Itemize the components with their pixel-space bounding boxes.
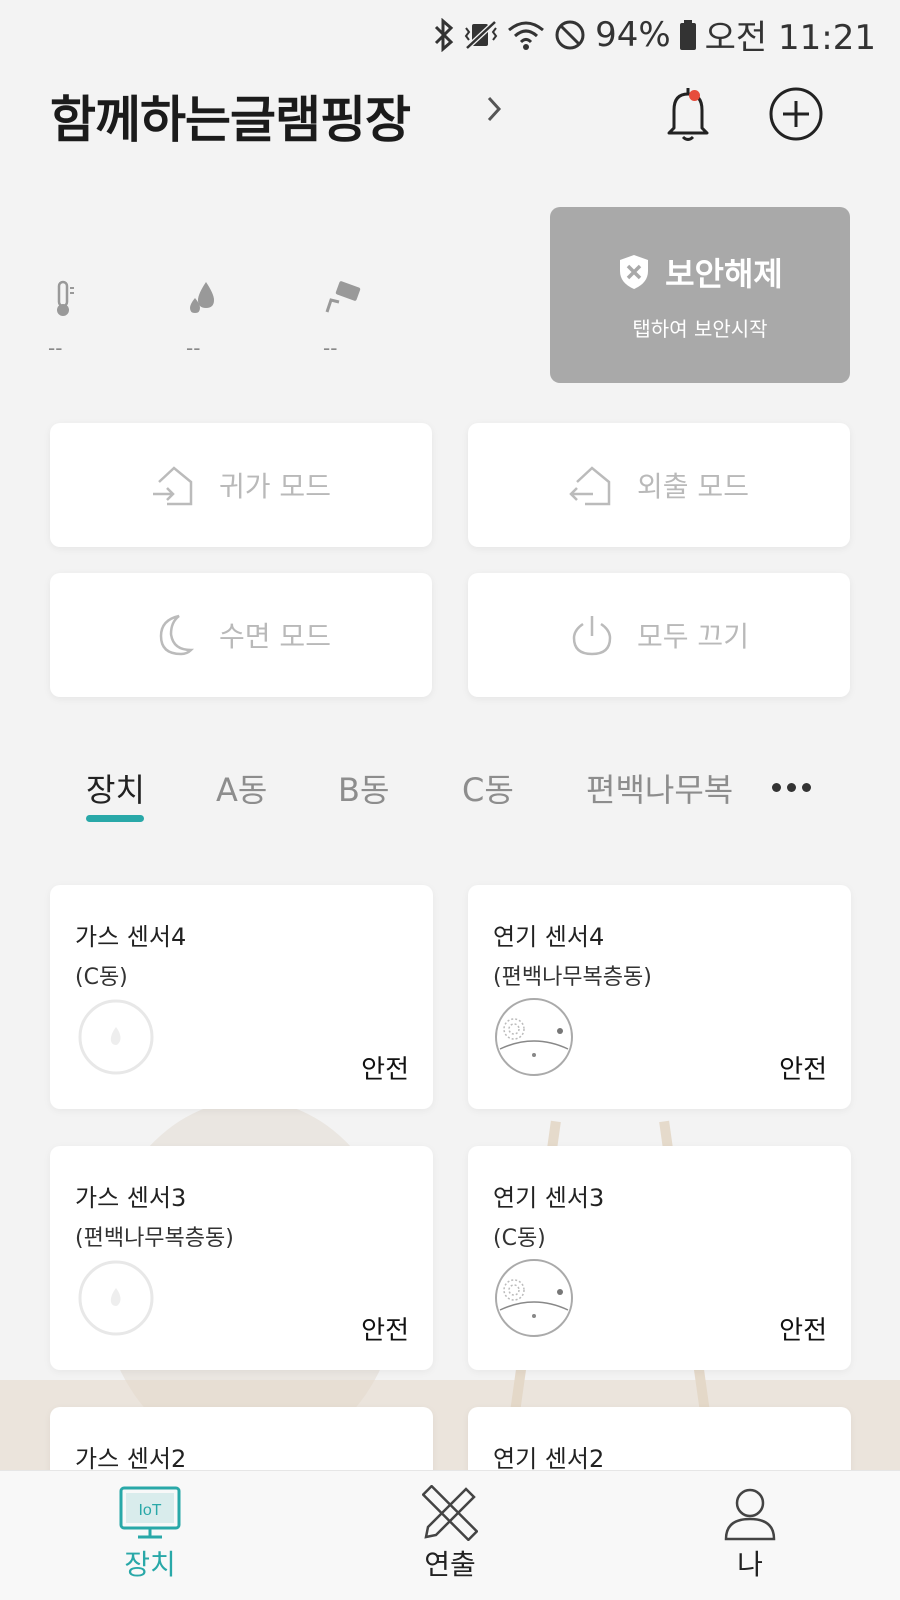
device-name: 가스 센서3 bbox=[75, 1184, 187, 1212]
device-name: 연기 센서3 bbox=[493, 1184, 605, 1212]
status-bar: 94% 오전 11:21 bbox=[0, 0, 900, 62]
moon-icon bbox=[159, 614, 195, 656]
environment-readouts: -- -- -- bbox=[48, 278, 428, 368]
all-off-button[interactable]: 모두 끄기 bbox=[468, 573, 850, 697]
camera-value: -- bbox=[323, 336, 338, 360]
more-dot-icon bbox=[772, 782, 781, 792]
active-tab-indicator bbox=[86, 815, 144, 822]
home-mode-button[interactable]: 귀가 모드 bbox=[50, 423, 432, 547]
device-name: 연기 센서2 bbox=[493, 1445, 605, 1473]
device-location: (C동) bbox=[493, 1226, 546, 1251]
device-card[interactable]: 가스 센서4 (C동) 안전 bbox=[50, 885, 433, 1109]
home-out-icon bbox=[569, 466, 611, 506]
gas-sensor-icon bbox=[78, 999, 154, 1075]
away-mode-button[interactable]: 외출 모드 bbox=[468, 423, 850, 547]
do-not-disturb-icon bbox=[555, 20, 585, 49]
humidity-icon bbox=[190, 282, 214, 313]
add-button[interactable] bbox=[768, 86, 824, 142]
temperature-value: -- bbox=[48, 336, 63, 360]
power-icon bbox=[572, 616, 612, 656]
device-location: (편백나무복층동) bbox=[493, 965, 652, 990]
device-name: 연기 센서4 bbox=[493, 923, 605, 951]
wifi-icon bbox=[508, 21, 545, 50]
tab-a-building[interactable]: A동 bbox=[216, 765, 267, 811]
device-card[interactable]: 가스 센서3 (편백나무복층동) 안전 bbox=[50, 1146, 433, 1370]
add-circle-icon bbox=[769, 87, 823, 141]
device-location: (편백나무복층동) bbox=[75, 1226, 234, 1251]
clock: 오전 11:21 bbox=[704, 18, 876, 58]
iot-label: IoT bbox=[138, 1502, 161, 1519]
device-name: 가스 센서2 bbox=[75, 1445, 187, 1473]
humidity-readout: -- bbox=[186, 278, 246, 360]
more-dot-icon bbox=[787, 782, 796, 792]
smoke-sensor-icon bbox=[495, 998, 573, 1076]
site-title[interactable]: 함께하는글램핑장 bbox=[50, 80, 411, 152]
device-status: 안전 bbox=[779, 1316, 827, 1346]
bluetooth-icon bbox=[435, 17, 454, 52]
tab-c-building[interactable]: C동 bbox=[462, 765, 514, 811]
room-tabs: 장치 A동 B동 C동 편백나무복 bbox=[0, 765, 900, 825]
device-card[interactable]: 연기 센서4 (편백나무복층동) 안전 bbox=[468, 885, 851, 1109]
camera-readout: -- bbox=[323, 278, 383, 360]
notification-dot bbox=[689, 90, 700, 101]
smoke-sensor-icon bbox=[495, 1259, 573, 1337]
device-location: (C동) bbox=[75, 965, 128, 990]
nav-scenes-label: 연출 bbox=[424, 1548, 476, 1581]
nav-profile-label: 나 bbox=[737, 1548, 763, 1581]
tab-devices[interactable]: 장치 bbox=[86, 765, 145, 811]
security-hint: 탭하여 보안시작 bbox=[632, 317, 768, 341]
device-card[interactable]: 연기 센서3 (C동) 안전 bbox=[468, 1146, 851, 1370]
more-dot-icon bbox=[802, 782, 811, 792]
more-tabs-button[interactable] bbox=[772, 777, 818, 797]
shield-x-icon bbox=[620, 255, 649, 289]
sleep-mode-button[interactable]: 수면 모드 bbox=[50, 573, 432, 697]
all-off-label: 모두 끄기 bbox=[637, 620, 749, 653]
tab-cypress-building[interactable]: 편백나무복 bbox=[586, 765, 733, 811]
notification-button[interactable] bbox=[660, 84, 716, 146]
bell-icon bbox=[667, 88, 709, 141]
chevron-right-icon[interactable] bbox=[485, 92, 503, 126]
header: 함께하는글램핑장 bbox=[0, 78, 900, 158]
iot-monitor-icon: IoT bbox=[119, 1486, 181, 1539]
nav-scenes[interactable]: 연출 bbox=[380, 1471, 520, 1600]
person-icon bbox=[724, 1488, 776, 1541]
away-mode-label: 외출 모드 bbox=[637, 470, 749, 503]
device-name: 가스 센서4 bbox=[75, 923, 187, 951]
device-status: 안전 bbox=[779, 1055, 827, 1085]
battery-icon bbox=[679, 19, 696, 50]
security-toggle-card[interactable]: 보안해제 탭하여 보안시작 bbox=[550, 207, 850, 383]
device-status: 안전 bbox=[361, 1055, 409, 1085]
nav-devices-label: 장치 bbox=[124, 1548, 176, 1581]
tab-b-building[interactable]: B동 bbox=[338, 765, 389, 811]
cctv-icon bbox=[325, 281, 361, 313]
home-mode-label: 귀가 모드 bbox=[219, 470, 331, 503]
vibrate-mute-icon bbox=[464, 19, 498, 50]
home-in-icon bbox=[153, 466, 193, 506]
pencil-ruler-icon bbox=[422, 1485, 478, 1541]
nav-profile[interactable]: 나 bbox=[680, 1471, 820, 1600]
nav-devices[interactable]: IoT 장치 bbox=[80, 1471, 220, 1600]
battery-percent: 94% bbox=[595, 14, 671, 55]
bottom-navigation: IoT 장치 연출 나 bbox=[0, 1470, 900, 1600]
security-status-label: 보안해제 bbox=[665, 255, 783, 293]
thermometer-icon bbox=[57, 280, 74, 316]
gas-sensor-icon bbox=[78, 1260, 154, 1336]
device-status: 안전 bbox=[361, 1316, 409, 1346]
humidity-value: -- bbox=[186, 336, 201, 360]
temperature-readout: -- bbox=[48, 278, 108, 360]
sleep-mode-label: 수면 모드 bbox=[219, 620, 331, 653]
